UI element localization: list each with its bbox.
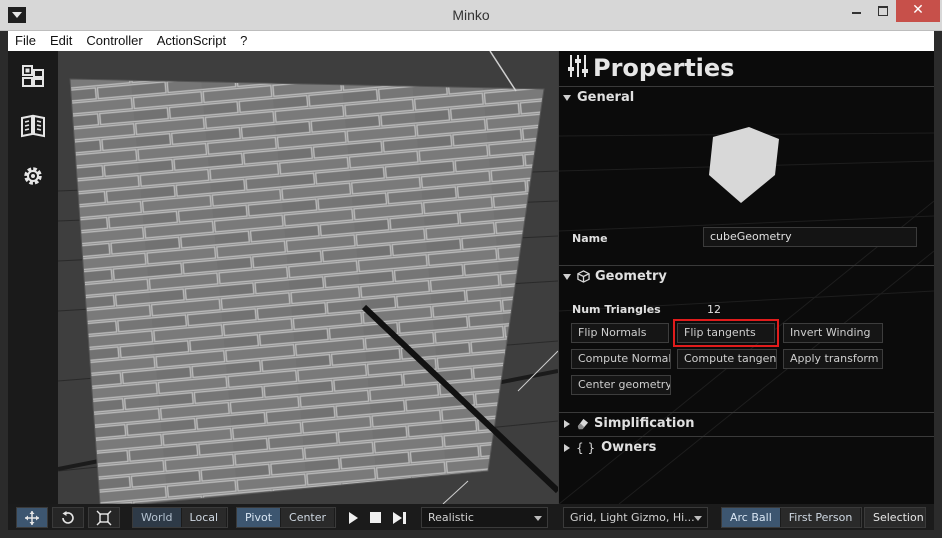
menu-help[interactable]: ? [233, 31, 254, 51]
properties-panel: Properties General Name cubeGeometry Geo… [559, 51, 934, 504]
camera-toggle: Arc Ball First Person [721, 507, 863, 528]
cube-icon [577, 270, 590, 283]
menu-bar: File Edit Controller ActionScript ? [8, 31, 934, 51]
library-book-icon[interactable] [19, 112, 47, 140]
pivot-toggle: Pivot Center [236, 507, 337, 528]
gear-icon[interactable] [19, 162, 47, 190]
step-forward-icon[interactable] [388, 507, 410, 528]
selection-button[interactable]: Selection [864, 507, 926, 528]
name-field[interactable]: cubeGeometry [703, 227, 917, 247]
invert-winding-button[interactable]: Invert Winding [783, 323, 883, 343]
left-toolbar [8, 51, 58, 504]
close-button[interactable]: ✕ [896, 0, 940, 22]
translate-icon[interactable] [16, 507, 48, 528]
menu-edit[interactable]: Edit [43, 31, 79, 51]
scale-icon[interactable] [88, 507, 120, 528]
section-owners-title: Owners [601, 440, 657, 455]
space-toggle: World Local [132, 507, 229, 528]
bottom-toolbar: World Local Pivot Center Realistic Grid,… [8, 504, 934, 530]
scene-graph-icon[interactable] [19, 62, 47, 90]
compute-tangents-button[interactable]: Compute tangents [677, 349, 777, 369]
flip-tangents-button[interactable]: Flip tangents [673, 319, 779, 347]
minimize-button[interactable] [844, 0, 870, 22]
section-simplification[interactable]: Simplification [559, 412, 934, 434]
section-geometry-title: Geometry [595, 269, 667, 284]
maximize-button[interactable] [870, 0, 896, 22]
center-geometry-button[interactable]: Center geometry [571, 375, 671, 395]
properties-title: Properties [593, 54, 735, 82]
num-triangles-value: 12 [707, 303, 721, 316]
section-geometry[interactable]: Geometry [559, 265, 934, 287]
expand-arrow-icon [564, 419, 570, 428]
world-space-button[interactable]: World [133, 508, 182, 527]
eraser-icon [576, 417, 589, 430]
first-person-button[interactable]: First Person [781, 508, 862, 527]
stop-icon[interactable] [364, 507, 386, 528]
section-owners[interactable]: { } Owners [559, 436, 934, 458]
section-simplification-title: Simplification [594, 416, 695, 431]
play-icon[interactable] [342, 507, 364, 528]
braces-icon: { } [576, 440, 596, 455]
selection-label: Selection [873, 511, 924, 524]
section-general[interactable]: General [559, 86, 934, 108]
pivot-button[interactable]: Pivot [237, 508, 282, 527]
collapse-arrow-icon [563, 94, 571, 101]
window-titlebar: Minko ✕ [0, 0, 942, 31]
num-triangles-label: Num Triangles [572, 303, 661, 316]
local-space-button[interactable]: Local [182, 508, 228, 527]
flip-normals-button[interactable]: Flip Normals [571, 323, 669, 343]
menu-file[interactable]: File [8, 31, 43, 51]
chevron-down-icon [534, 516, 542, 521]
arc-ball-button[interactable]: Arc Ball [722, 508, 781, 527]
scene-viewport[interactable] [58, 51, 558, 504]
display-options-select[interactable]: Grid, Light Gizmo, Hi... [563, 507, 708, 528]
window-title: Minko [452, 7, 490, 23]
chevron-down-icon [694, 516, 702, 521]
menu-controller[interactable]: Controller [79, 31, 149, 51]
center-button[interactable]: Center [281, 508, 336, 527]
geometry-preview [697, 123, 787, 213]
apply-transform-button[interactable]: Apply transform [783, 349, 883, 369]
compute-normals-button[interactable]: Compute Normals [571, 349, 671, 369]
properties-header: Properties [567, 53, 734, 83]
expand-arrow-icon [564, 443, 570, 452]
display-options-value: Grid, Light Gizmo, Hi... [570, 511, 695, 524]
sliders-icon [567, 54, 589, 82]
main-area: Properties General Name cubeGeometry Geo… [8, 51, 934, 504]
rotate-icon[interactable] [52, 507, 84, 528]
render-mode-select[interactable]: Realistic [421, 507, 548, 528]
name-label: Name [572, 232, 608, 245]
render-mode-value: Realistic [428, 511, 474, 524]
collapse-arrow-icon [563, 273, 571, 280]
section-general-title: General [577, 90, 635, 105]
menu-actionscript[interactable]: ActionScript [150, 31, 233, 51]
